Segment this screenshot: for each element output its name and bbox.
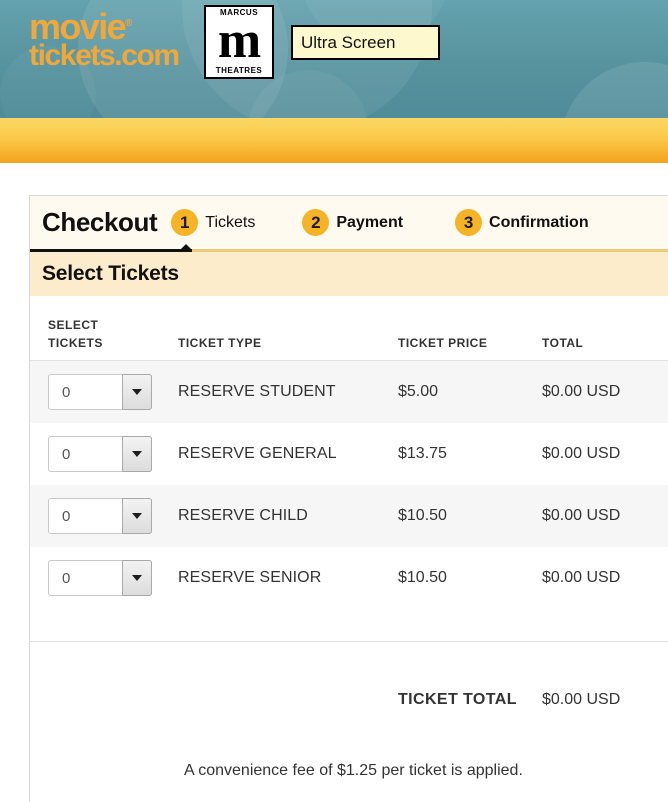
quantity-select-senior[interactable]: 0: [48, 560, 152, 596]
table-divider-row: [30, 609, 668, 669]
quantity-cell: 0: [30, 485, 170, 547]
table-row: 0 RESERVE STUDENT $5.00 $0.00 USD: [30, 360, 668, 423]
marcus-logo-monogram: m: [217, 11, 261, 69]
ticket-type-cell: RESERVE GENERAL: [178, 445, 337, 462]
step-payment[interactable]: 2 Payment: [302, 209, 403, 236]
ticket-table-area: SELECT TICKETS TICKET TYPE TICKET PRICE …: [30, 296, 668, 802]
step-confirmation[interactable]: 3 Confirmation: [455, 209, 589, 236]
ticket-selection-table: SELECT TICKETS TICKET TYPE TICKET PRICE …: [30, 296, 668, 802]
step-number-badge-2: 2: [302, 209, 330, 236]
spacer-cell: [30, 669, 170, 731]
screen-format-badge: Ultra Screen: [291, 25, 440, 60]
spacer-cell: [30, 731, 170, 802]
row-total-cell: $0.00 USD: [542, 445, 621, 462]
checkout-steps-bar: Checkout 1 Tickets 2 Payment 3 Confirmat…: [30, 196, 668, 249]
ticket-price-cell: $10.50: [398, 569, 447, 586]
quantity-select-general[interactable]: 0: [48, 436, 152, 472]
ticket-price-cell: $10.50: [392, 485, 538, 547]
ticket-type-cell: RESERVE STUDENT: [170, 360, 392, 423]
table-row: 0 RESERVE GENERAL $13.75 $0.00 USD: [30, 423, 668, 485]
quantity-select-child[interactable]: 0: [48, 498, 152, 534]
registered-trademark-icon: ®: [125, 18, 133, 29]
ticket-price-cell: $5.00: [392, 360, 538, 423]
column-header-ticket-price: TICKET PRICE: [392, 296, 538, 361]
checkout-panel: Checkout 1 Tickets 2 Payment 3 Confirmat…: [29, 195, 668, 802]
ticket-type-cell: RESERVE CHILD: [170, 485, 392, 547]
chevron-down-icon[interactable]: [122, 498, 152, 534]
table-row: 0 RESERVE SENIOR $10.50 $0.00 USD: [30, 547, 668, 609]
step-number-badge-1: 1: [171, 209, 199, 236]
column-header-ticket-type: TICKET TYPE: [170, 296, 392, 361]
convenience-fee-row: A convenience fee of $1.25 per ticket is…: [30, 731, 668, 802]
marcus-theatres-logo: MARCUS m THEATRES: [204, 5, 274, 79]
steps-underline: [30, 244, 668, 252]
table-divider: [30, 609, 668, 669]
brand-logo-line1: movie®: [29, 6, 133, 47]
header-decorative-circle: [560, 62, 668, 118]
active-step-underline: [30, 249, 192, 252]
page-title: Checkout: [42, 207, 158, 237]
column-header-select-tickets: SELECT TICKETS: [30, 296, 170, 361]
chevron-down-icon[interactable]: [122, 374, 152, 410]
quantity-cell: 0: [30, 360, 170, 423]
brand-logo-line2: tickets.com: [29, 39, 180, 73]
quantity-cell: 0: [30, 423, 170, 485]
ticket-total-value: $0.00 USD: [542, 691, 621, 708]
row-total-cell: $0.00 USD: [538, 360, 668, 423]
step-label-confirmation: Confirmation: [489, 213, 589, 231]
step-label-payment: Payment: [336, 213, 404, 231]
ticket-total-row: TICKET TOTAL $0.00 USD: [30, 669, 668, 731]
convenience-fee-note: A convenience fee of $1.25 per ticket is…: [184, 762, 523, 779]
quantity-value: 0: [62, 569, 71, 587]
primary-nav-bar: [0, 118, 668, 163]
chevron-down-icon[interactable]: [122, 560, 152, 596]
content-spacer: [0, 163, 668, 195]
table-header-row: SELECT TICKETS TICKET TYPE TICKET PRICE …: [30, 296, 668, 361]
site-header: movie® tickets.com MARCUS m THEATRES Ult…: [0, 0, 668, 118]
row-total-cell: $0.00 USD: [538, 485, 668, 547]
ticket-type-cell: RESERVE SENIOR: [178, 569, 322, 586]
quantity-cell: 0: [30, 547, 170, 609]
quantity-select-student[interactable]: 0: [48, 374, 152, 410]
section-title: Select Tickets: [42, 262, 179, 285]
movietickets-logo[interactable]: movie® tickets.com: [29, 6, 180, 73]
step-tickets[interactable]: 1 Tickets: [171, 209, 255, 236]
quantity-value: 0: [62, 445, 71, 463]
step-label-tickets: Tickets: [205, 213, 256, 231]
ticket-total-label: TICKET TOTAL: [398, 691, 517, 708]
chevron-down-icon[interactable]: [122, 436, 152, 472]
column-header-total: TOTAL: [538, 296, 668, 361]
table-row: 0 RESERVE CHILD $10.50 $0.00 USD: [30, 485, 668, 547]
ticket-price-cell: $13.75: [398, 445, 447, 462]
marcus-logo-bottom-word: THEATRES: [215, 65, 263, 75]
active-step-caret-icon: [180, 244, 192, 250]
quantity-value: 0: [62, 507, 71, 525]
quantity-value: 0: [62, 383, 71, 401]
spacer-cell: [170, 669, 392, 731]
row-total-cell: $0.00 USD: [542, 569, 621, 586]
section-banner: Select Tickets: [30, 252, 668, 296]
step-number-badge-3: 3: [455, 209, 483, 236]
